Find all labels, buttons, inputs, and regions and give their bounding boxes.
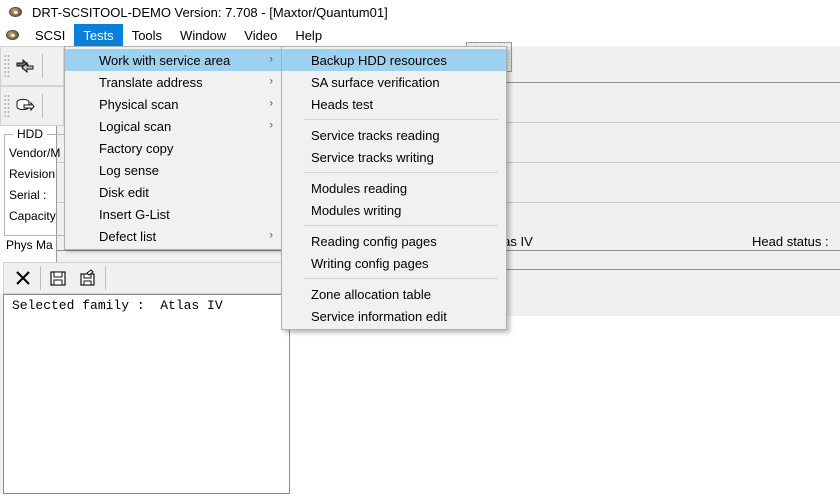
tests-dropdown-menu: Work with service area › Translate addre… [64,46,284,250]
console-line: Selected family : Atlas IV [12,298,223,313]
toolbar-separator [42,54,43,78]
menu-item-work-with-service-area[interactable]: Work with service area › [65,49,283,71]
service-area-submenu: Backup HDD resources SA surface verifica… [281,46,507,330]
submenu-item-heads-test[interactable]: Heads test [282,93,506,115]
submenu-item-service-tracks-writing[interactable]: Service tracks writing [282,146,506,168]
phys-map-label: Phys Ma [6,238,53,252]
menu-item-logical-scan[interactable]: Logical scan › [65,115,283,137]
menu-item-insert-g-list[interactable]: Insert G-List [65,203,283,225]
chevron-right-icon: › [269,229,273,242]
submenu-item-zone-allocation-table[interactable]: Zone allocation table [282,283,506,305]
submenu-item-backup-hdd-resources[interactable]: Backup HDD resources [282,49,506,71]
chevron-right-icon: › [269,75,273,88]
hdd-group-legend: HDD [13,127,47,141]
menu-bar: SCSI Tests Tools Window Video Help [0,24,840,46]
hdd-vendor-label: Vendor/M [9,146,61,160]
toolbar-separator [105,266,106,290]
submenu-item-modules-reading[interactable]: Modules reading [282,177,506,199]
menu-item-label: Defect list [99,228,157,244]
submenu-item-modules-writing[interactable]: Modules writing [282,199,506,221]
menu-item-label: Disk edit [99,184,149,200]
window-title: DRT-SCSITOOL-DEMO Version: 7.708 - [Maxt… [32,4,388,20]
submenu-separator [304,278,498,279]
chevron-right-icon: › [269,119,273,132]
toolbar-drive [0,86,64,126]
chevron-right-icon: › [269,53,273,66]
menu-item-label: Insert G-List [99,206,170,222]
menu-item-label: Log sense [99,162,159,178]
menu-item-translate-address[interactable]: Translate address › [65,71,283,93]
system-menu-icon[interactable] [0,24,26,46]
head-status-label: Head status : [752,234,829,249]
menu-item-label: Logical scan [99,118,172,134]
submenu-separator [304,225,498,226]
disc-icon [8,5,24,19]
hdd-capacity-label: Capacity [9,209,56,223]
title-bar: DRT-SCSITOOL-DEMO Version: 7.708 - [Maxt… [0,0,840,24]
menu-item-label: Work with service area [99,52,231,68]
menu-item-log-sense[interactable]: Log sense [65,159,283,181]
submenu-separator [304,119,498,120]
save-icon[interactable] [43,264,73,292]
menu-item-label: Translate address [99,74,203,90]
toolbar-primary [0,46,64,86]
select-drive-icon[interactable] [10,92,40,120]
menu-item-label: Physical scan [99,96,179,112]
menu-item-factory-copy[interactable]: Factory copy [65,137,283,159]
save-as-icon[interactable] [73,264,103,292]
chevron-right-icon: › [269,97,273,110]
swap-arrows-icon[interactable] [10,52,40,80]
menu-help[interactable]: Help [286,24,331,46]
console-toolbar [3,262,290,294]
menu-item-defect-list[interactable]: Defect list › [65,225,283,247]
menu-item-label: Factory copy [99,140,174,156]
menu-item-physical-scan[interactable]: Physical scan › [65,93,283,115]
submenu-item-service-information-edit[interactable]: Service information edit [282,305,506,327]
menu-window[interactable]: Window [171,24,235,46]
toolbar-grip[interactable] [3,93,10,119]
hdd-revision-label: Revision [9,167,56,181]
close-x-icon[interactable] [8,264,38,292]
submenu-item-reading-config-pages[interactable]: Reading config pages [282,230,506,252]
application-window: DRT-SCSITOOL-DEMO Version: 7.708 - [Maxt… [0,0,840,500]
menu-item-disk-edit[interactable]: Disk edit [65,181,283,203]
submenu-item-service-tracks-reading[interactable]: Service tracks reading [282,124,506,146]
menu-tools[interactable]: Tools [123,24,171,46]
submenu-item-sa-surface-verification[interactable]: SA surface verification [282,71,506,93]
menu-tests[interactable]: Tests [74,24,123,46]
menu-scsi[interactable]: SCSI [26,24,74,46]
toolbar-grip[interactable] [3,53,10,79]
toolbar-separator [40,266,41,290]
hdd-serial-label: Serial : [9,188,47,202]
submenu-item-writing-config-pages[interactable]: Writing config pages [282,252,506,274]
submenu-separator [304,172,498,173]
toolbar-separator [42,94,43,118]
console-output[interactable]: Selected family : Atlas IV [3,294,290,494]
menu-video[interactable]: Video [235,24,286,46]
